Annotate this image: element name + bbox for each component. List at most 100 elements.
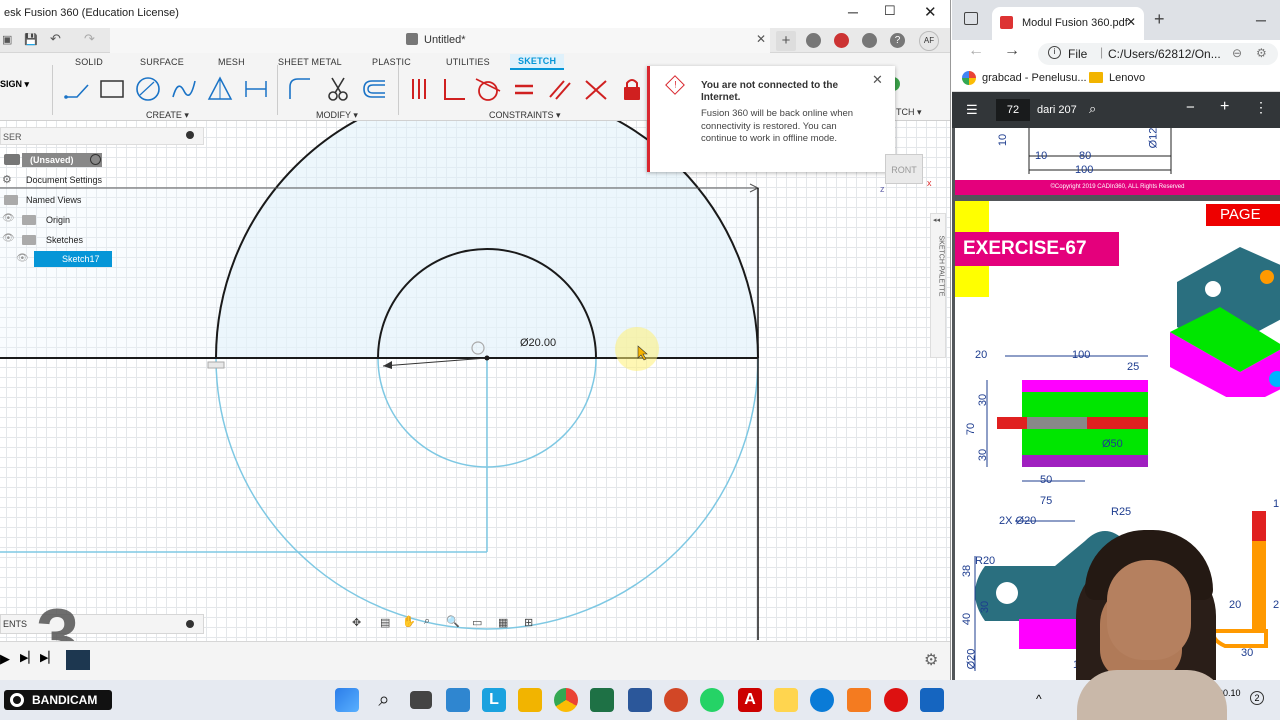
page-number-input[interactable]: 72 (996, 99, 1030, 121)
back-icon[interactable]: ← (968, 42, 984, 60)
new-tab-button[interactable]: + (776, 31, 796, 51)
play-icon[interactable]: ▶ (0, 651, 10, 667)
dimension-tool-icon[interactable] (242, 75, 270, 103)
redo-icon[interactable]: ↷ (84, 31, 95, 47)
bookmark-lenovo[interactable]: Lenovo (1109, 72, 1145, 84)
new-tab-icon[interactable]: + (1154, 9, 1165, 30)
pdf-tab[interactable]: Modul Fusion 360.pdf ✕ (992, 7, 1144, 40)
whatsapp-icon[interactable] (700, 688, 724, 712)
job-status-icon[interactable] (834, 33, 849, 48)
tab-mesh[interactable]: MESH (218, 57, 245, 67)
browser-item-named-views[interactable]: Named Views (0, 191, 204, 209)
maximize-button[interactable]: ☐ (884, 3, 896, 19)
browser-item-sketches[interactable]: 👁 Sketches (0, 231, 204, 249)
end-icon[interactable]: ▶▏ (40, 651, 57, 664)
avatar[interactable]: AF (919, 31, 939, 51)
forward-icon[interactable]: → (1004, 42, 1020, 60)
fit-icon[interactable]: 🔍 (446, 615, 460, 628)
comments-panel[interactable]: ENTS (0, 614, 204, 634)
undo-icon[interactable]: ↶ (50, 31, 61, 47)
tab-sheet-metal[interactable]: SHEET METAL (278, 57, 342, 67)
modify-menu[interactable]: MODIFY ▾ (316, 110, 358, 121)
rectangle-tool-icon[interactable] (98, 75, 126, 103)
eye-icon[interactable]: 👁 (16, 253, 29, 264)
pan-icon[interactable]: ✋ (402, 615, 416, 628)
word-icon[interactable] (628, 688, 652, 712)
browser-item-document-settings[interactable]: ⚙ Document Settings (0, 171, 204, 189)
search-icon[interactable]: ⌕ (1089, 101, 1096, 117)
add-comment-icon[interactable] (186, 620, 194, 628)
parallel-constraint-icon[interactable] (546, 75, 574, 103)
save-button-icon[interactable]: 💾 (24, 33, 38, 46)
collapse-icon[interactable] (186, 131, 194, 139)
viewports-icon[interactable]: ⊞ (524, 616, 533, 629)
help-icon[interactable]: ? (890, 33, 905, 48)
zoom-out-icon[interactable]: − (1186, 99, 1195, 116)
notification-count[interactable]: 2 (1250, 691, 1264, 705)
tab-actions-icon[interactable] (964, 12, 978, 25)
activate-icon[interactable] (90, 154, 101, 165)
excel-icon[interactable] (590, 688, 614, 712)
tangent-constraint-icon[interactable] (474, 75, 502, 103)
arc-tool-icon[interactable] (170, 75, 198, 103)
close-tab-icon[interactable]: ✕ (756, 32, 766, 46)
close-button[interactable]: ✕ (924, 3, 937, 21)
menu-icon[interactable]: ☰ (966, 102, 978, 118)
eye-icon[interactable]: 👁 (2, 233, 15, 244)
zoom-in-icon[interactable]: + (1220, 98, 1229, 116)
tab-sketch[interactable]: SKETCH (510, 54, 565, 70)
zoom-icon[interactable]: ⊖ (1232, 46, 1242, 60)
coincident-constraint-icon[interactable] (405, 75, 433, 103)
browser-root[interactable]: (Unsaved) (0, 151, 204, 169)
perpendicular-constraint-icon[interactable] (440, 75, 468, 103)
display-settings-icon[interactable]: ▭ (472, 616, 482, 629)
info-icon[interactable]: i (1048, 46, 1061, 59)
fusion360-icon[interactable] (847, 688, 871, 712)
finish-sketch-menu[interactable]: TCH ▾ (896, 107, 922, 118)
lenovo-vantage-icon[interactable]: L (482, 688, 506, 712)
grid-settings-icon[interactable]: ▦ (498, 616, 508, 629)
fillet-tool-icon[interactable] (286, 75, 314, 103)
look-at-icon[interactable]: ▤ (380, 616, 390, 629)
close-tab-icon[interactable]: ✕ (1126, 15, 1136, 29)
minimize-icon[interactable]: ─ (1256, 12, 1266, 28)
document-tab[interactable]: Untitled* ✕ (110, 28, 770, 53)
chrome-icon[interactable] (554, 688, 578, 712)
security-icon[interactable] (446, 688, 470, 712)
bandicam-icon[interactable] (884, 688, 908, 712)
tab-solid[interactable]: SOLID (75, 57, 103, 67)
zoom-icon[interactable]: ⌕ (424, 615, 430, 628)
tab-utilities[interactable]: UTILITIES (446, 57, 490, 67)
extension-icon[interactable]: ⚙ (1256, 46, 1267, 60)
browser-item-sketch17[interactable]: 👁 Sketch17 (0, 251, 204, 269)
settings-gear-icon[interactable]: ⚙ (924, 650, 938, 670)
circle-tool-icon[interactable] (134, 75, 162, 103)
minimize-button[interactable]: ─ (848, 4, 858, 20)
file-explorer-icon[interactable] (518, 688, 542, 712)
workspace-switcher[interactable]: SIGN ▾ (0, 79, 29, 90)
acrobat-icon[interactable]: A (738, 688, 762, 712)
constraints-menu[interactable]: CONSTRAINTS ▾ (489, 110, 561, 121)
equal-constraint-icon[interactable] (510, 75, 538, 103)
app-icon[interactable] (920, 688, 944, 712)
tab-plastic[interactable]: PLASTIC (372, 57, 411, 67)
tab-surface[interactable]: SURFACE (140, 57, 184, 67)
search-icon[interactable]: ⌕ (372, 688, 396, 712)
orbit-icon[interactable]: ✥ (352, 616, 361, 629)
bookmark-grabcad[interactable]: grabcad - Penelusu... (982, 72, 1087, 84)
powerpoint-icon[interactable] (664, 688, 688, 712)
fix-constraint-icon[interactable] (618, 75, 646, 103)
midpoint-constraint-icon[interactable] (582, 75, 610, 103)
tray-overflow-icon[interactable]: ^ (1036, 692, 1042, 706)
close-notification-icon[interactable]: ✕ (872, 72, 883, 88)
edge-icon[interactable] (810, 688, 834, 712)
viewcube[interactable]: RONT (885, 154, 923, 184)
diameter-dimension[interactable]: Ø20.00 (520, 337, 556, 349)
start-icon[interactable] (335, 688, 359, 712)
notepad-icon[interactable] (774, 688, 798, 712)
timeline-sketch-icon[interactable] (66, 650, 90, 670)
task-view-icon[interactable] (410, 691, 432, 709)
extensions-icon[interactable] (806, 33, 821, 48)
trim-tool-icon[interactable] (324, 75, 352, 103)
browser-item-origin[interactable]: 👁 Origin (0, 211, 204, 229)
